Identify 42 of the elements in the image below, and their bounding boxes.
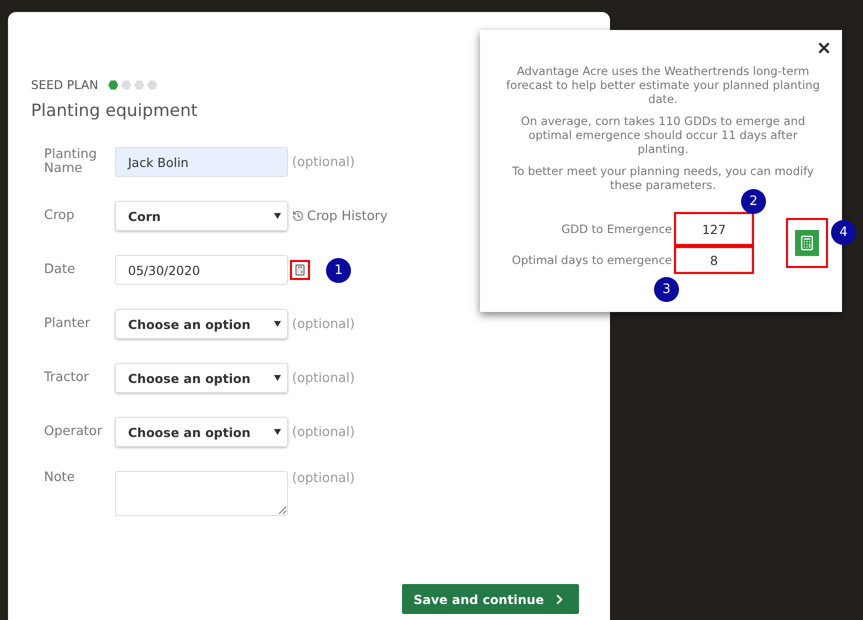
optional-hint: (optional) — [292, 370, 355, 386]
name-field[interactable]: Jack Bolin — [115, 147, 288, 177]
select-field[interactable]: Choose an option — [115, 363, 288, 393]
param-field[interactable]: 8 — [676, 248, 752, 272]
note-field[interactable] — [115, 471, 288, 516]
param-field[interactable]: 127 — [676, 214, 752, 244]
select-field[interactable]: Choose an option — [115, 309, 288, 339]
optional-hint: (optional) — [292, 316, 355, 332]
param-label: GDD to Emergence — [561, 222, 672, 236]
crop-history-link[interactable]: Crop History — [292, 208, 388, 224]
calculator-icon — [799, 235, 815, 251]
select-field[interactable]: Choose an option — [115, 417, 288, 447]
calculator-icon[interactable] — [294, 264, 306, 276]
date-field[interactable]: 05/30/2020 — [115, 255, 288, 285]
optional-hint: (optional) — [292, 154, 355, 170]
select-field[interactable]: Corn — [115, 201, 288, 231]
history-icon — [292, 210, 304, 222]
step-label: SEED PLAN — [31, 78, 98, 92]
caret-icon — [274, 213, 281, 219]
info-text: To better meet your planning needs, you can modify these parameters. — [511, 164, 815, 192]
optional-hint: (optional) — [292, 424, 355, 440]
info-text: Advantage Acre uses the Weathertrends long-term forecast to help better estimate your planned planting date. — [505, 64, 821, 106]
field-label: Planting Name — [44, 148, 98, 176]
callout-marker: 2 — [741, 189, 766, 214]
field-label: Crop — [44, 209, 76, 223]
optional-hint: (optional) — [292, 471, 355, 486]
close-icon[interactable] — [816, 40, 832, 56]
info-text: On average, corn takes 110 GDDs to emerge and optimal emergence should occur 11 days after planting. — [520, 114, 806, 156]
callout-marker: 1 — [326, 258, 351, 282]
callout-marker: 4 — [831, 220, 856, 245]
calculator-button[interactable] — [795, 230, 819, 256]
field-label: Date — [44, 263, 76, 277]
caret-icon — [274, 429, 281, 435]
field-label: Operator — [44, 425, 104, 439]
caret-icon — [274, 375, 281, 381]
field-label: Planter — [44, 317, 92, 331]
save-button[interactable]: Save and continue — [402, 584, 579, 614]
caret-icon — [274, 321, 281, 327]
callout-marker: 3 — [654, 277, 679, 302]
param-label: Optimal days to emergence — [512, 253, 672, 267]
field-label: Tractor — [44, 371, 90, 385]
field-label: Note — [44, 471, 76, 485]
